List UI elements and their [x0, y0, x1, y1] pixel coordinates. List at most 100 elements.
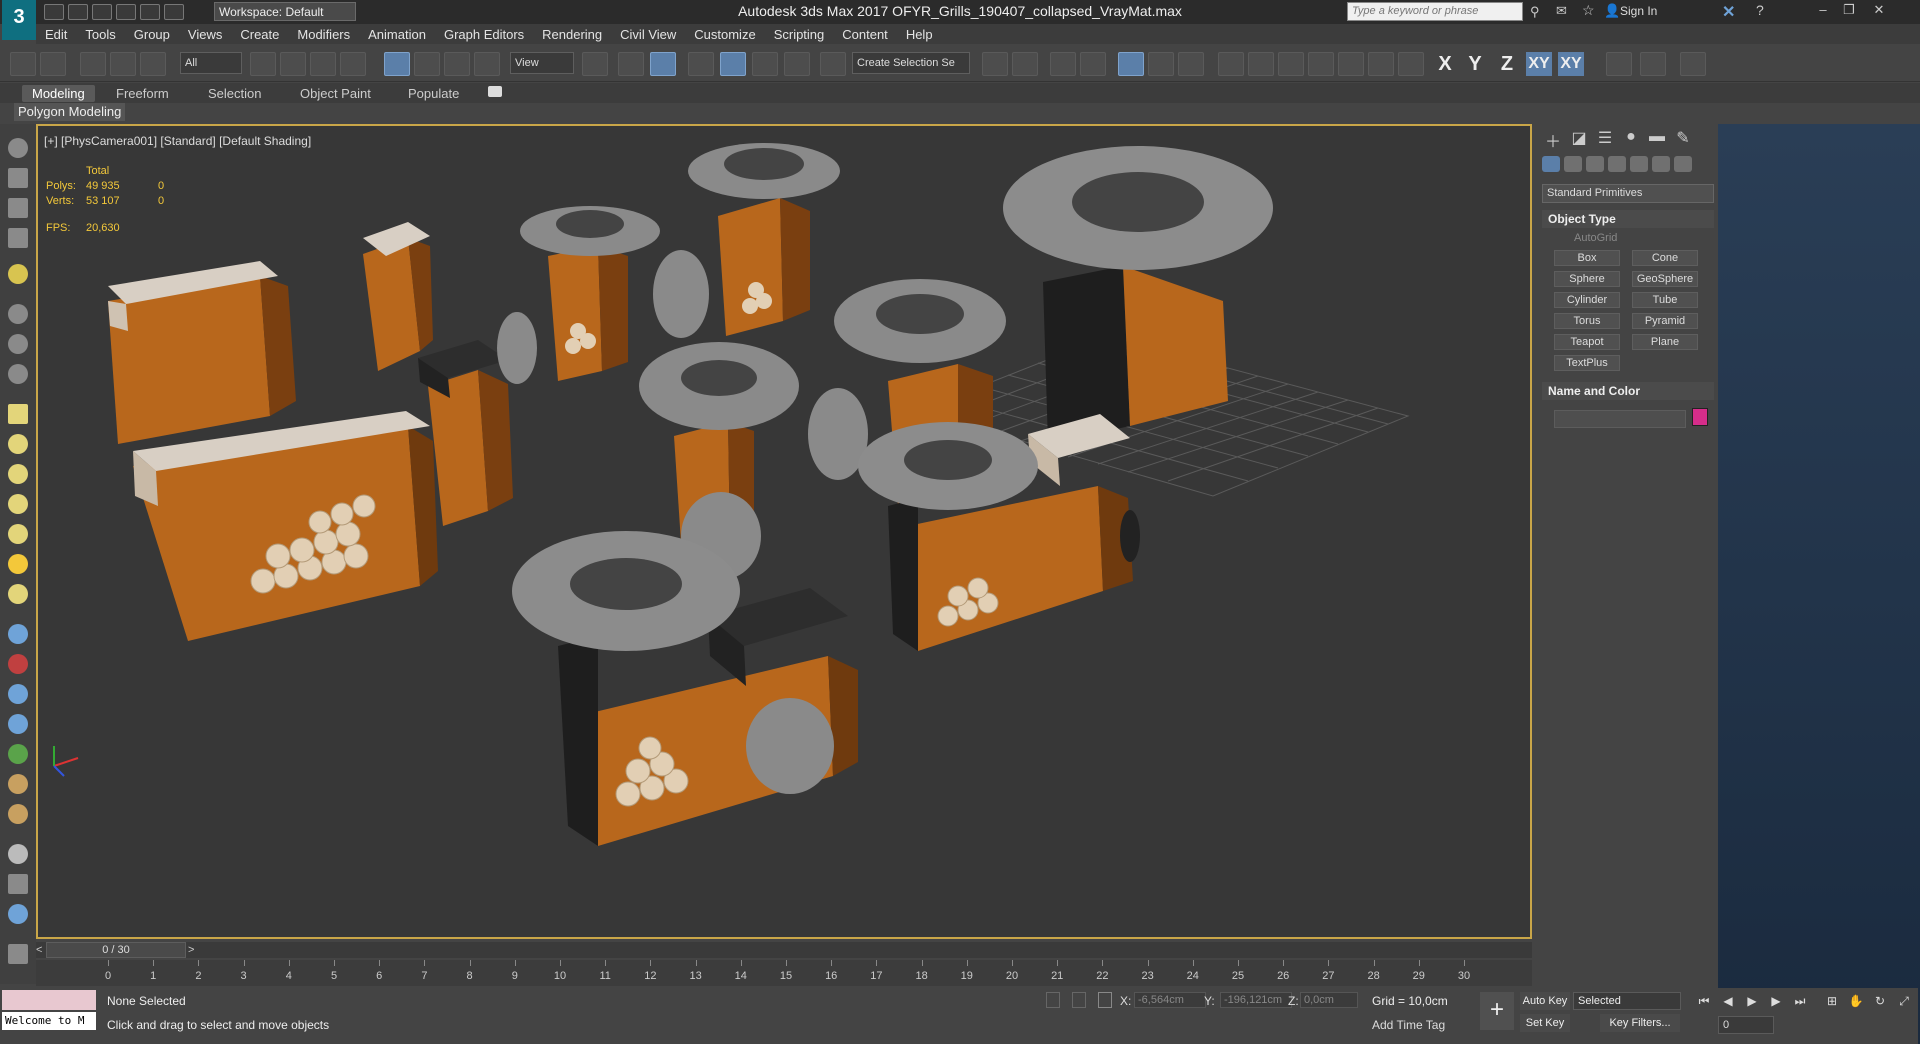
script-icon[interactable] [8, 944, 28, 964]
axis-constraint-y[interactable]: Y [1462, 52, 1488, 76]
y-coord-field[interactable]: -196,121cm [1220, 992, 1292, 1008]
vray-toolbar-icon[interactable] [1606, 52, 1632, 76]
teapot-button[interactable]: Teapot [1554, 334, 1620, 350]
object-color-swatch[interactable] [1692, 408, 1708, 426]
display-tab-icon[interactable]: ▬ [1646, 128, 1668, 146]
auto-key-button[interactable]: Auto Key [1520, 992, 1570, 1010]
utilities-tab-icon[interactable]: ✎ [1672, 128, 1694, 147]
name-and-color-rollout[interactable]: Name and Color [1542, 382, 1714, 400]
axis-constraint-x[interactable]: X [1432, 52, 1458, 76]
geosphere-button[interactable]: GeoSphere [1632, 271, 1698, 287]
primitive-category-dropdown[interactable]: Standard Primitives [1542, 184, 1714, 203]
pyramid-button[interactable]: Pyramid [1632, 313, 1698, 329]
time-slider[interactable]: 0 / 30 [46, 942, 186, 958]
sphere-button[interactable]: Sphere [1554, 271, 1620, 287]
menu-create[interactable]: Create [231, 27, 288, 42]
tab-modeling[interactable]: Modeling [22, 85, 95, 102]
reference-coordinate-dropdown[interactable]: View [510, 52, 574, 74]
tab-object-paint[interactable]: Object Paint [290, 85, 381, 102]
menu-help[interactable]: Help [897, 27, 942, 42]
app-logo[interactable]: 3 [2, 0, 36, 40]
camera-icon[interactable] [8, 138, 28, 158]
fur-icon[interactable] [8, 804, 28, 824]
key-selection-dropdown[interactable]: Selected [1573, 992, 1681, 1010]
open-file-icon[interactable] [68, 4, 88, 20]
box-button[interactable]: Box [1554, 250, 1620, 266]
cloth-icon[interactable] [8, 684, 28, 704]
cylinder-icon[interactable] [8, 584, 28, 604]
new-file-icon[interactable] [44, 4, 64, 20]
z-coord-field[interactable]: 0,0cm [1300, 992, 1358, 1008]
box-primitive-icon[interactable] [8, 404, 28, 424]
selection-filter-dropdown[interactable]: All [180, 52, 242, 74]
cone-icon[interactable] [8, 524, 28, 544]
grass-icon[interactable] [8, 744, 28, 764]
menu-group[interactable]: Group [125, 27, 179, 42]
menu-animation[interactable]: Animation [359, 27, 435, 42]
key-filters-button[interactable]: Key Filters... [1600, 1014, 1680, 1032]
object-type-rollout[interactable]: Object Type [1542, 210, 1714, 228]
workspace-dropdown[interactable]: Workspace: Default [214, 2, 356, 21]
current-frame-field[interactable]: 0 [1718, 1016, 1774, 1034]
menu-civil-view[interactable]: Civil View [611, 27, 685, 42]
render-production-icon[interactable] [1308, 52, 1334, 76]
undo-icon[interactable] [116, 4, 136, 20]
time-next-arrow-icon[interactable]: > [188, 944, 194, 956]
sphere-icon[interactable] [8, 464, 28, 484]
go-to-start-icon[interactable]: ⏮ [1694, 994, 1714, 1010]
material-editor-icon[interactable] [1218, 52, 1244, 76]
light-bulb-icon[interactable] [8, 264, 28, 284]
menu-content[interactable]: Content [833, 27, 897, 42]
close-button[interactable]: ✕ [1868, 2, 1890, 20]
window-crossing-icon[interactable] [340, 52, 366, 76]
bind-space-warp-icon[interactable] [140, 52, 166, 76]
save-file-icon[interactable] [92, 4, 112, 20]
motion-tab-icon[interactable]: ● [1620, 128, 1642, 146]
isolate-selection-icon[interactable] [1046, 992, 1060, 1008]
cameras-icon[interactable] [1608, 156, 1626, 172]
modify-tab-icon[interactable]: ◪ [1568, 128, 1590, 147]
viewport-label[interactable]: [+] [PhysCamera001] [Standard] [Default … [44, 134, 311, 148]
shapes-icon[interactable] [1564, 156, 1582, 172]
list-icon[interactable] [8, 198, 28, 218]
viewport[interactable]: [+] [PhysCamera001] [Standard] [Default … [36, 124, 1532, 939]
minimize-button[interactable]: – [1812, 2, 1834, 20]
axis-constraint-xy-cycle[interactable]: XY [1558, 52, 1584, 76]
menu-modifiers[interactable]: Modifiers [288, 27, 359, 42]
select-manipulate-icon[interactable] [618, 52, 644, 76]
menu-rendering[interactable]: Rendering [533, 27, 611, 42]
hemisphere-icon[interactable] [8, 434, 28, 454]
undo-button[interactable] [10, 52, 36, 76]
systems-icon[interactable] [8, 364, 28, 384]
render-icon[interactable] [8, 168, 28, 188]
vray-proxy-icon[interactable] [1680, 52, 1706, 76]
zoom-extents-icon[interactable]: ⊞ [1822, 994, 1842, 1010]
render-setup-icon[interactable] [1248, 52, 1274, 76]
tube-button[interactable]: Tube [1632, 292, 1698, 308]
schematic-view-icon[interactable] [1178, 52, 1204, 76]
menu-customize[interactable]: Customize [685, 27, 764, 42]
track-bar[interactable]: 0 1 2 3 4 5 6 7 8 9 10 11 12 13 14 15 16 17 18 19 20 21 22 23 24… [36, 960, 1532, 986]
go-to-end-icon[interactable]: ⏭ [1790, 994, 1810, 1010]
toggle-ribbon-icon[interactable] [1118, 52, 1144, 76]
edit-named-selection-icon[interactable] [820, 52, 846, 76]
align-icon[interactable] [1012, 52, 1038, 76]
x-coord-field[interactable]: -6,564cm [1134, 992, 1206, 1008]
vray-frame-buffer-icon[interactable] [1398, 52, 1424, 76]
menu-edit[interactable]: Edit [36, 27, 76, 42]
autodesk-exchange-icon[interactable]: ✕ [1722, 2, 1735, 22]
time-slider-bar[interactable]: < 0 / 30 > [36, 942, 1532, 958]
particles-icon[interactable] [8, 624, 28, 644]
orbit-icon[interactable]: ↻ [1870, 994, 1890, 1010]
sun-icon[interactable] [8, 554, 28, 574]
spacewarp-icon[interactable] [8, 334, 28, 354]
select-object-icon[interactable] [250, 52, 276, 76]
named-selection-dropdown[interactable]: Create Selection Se [852, 52, 970, 74]
tab-populate[interactable]: Populate [398, 85, 469, 102]
maxscript-listener-output[interactable] [2, 990, 96, 1010]
hierarchy-tab-icon[interactable]: ☰ [1594, 128, 1616, 147]
play-icon[interactable]: ▶ [1742, 994, 1762, 1010]
torus-button[interactable]: Torus [1554, 313, 1620, 329]
percent-snap-icon[interactable] [752, 52, 778, 76]
gear-icon[interactable] [8, 714, 28, 734]
